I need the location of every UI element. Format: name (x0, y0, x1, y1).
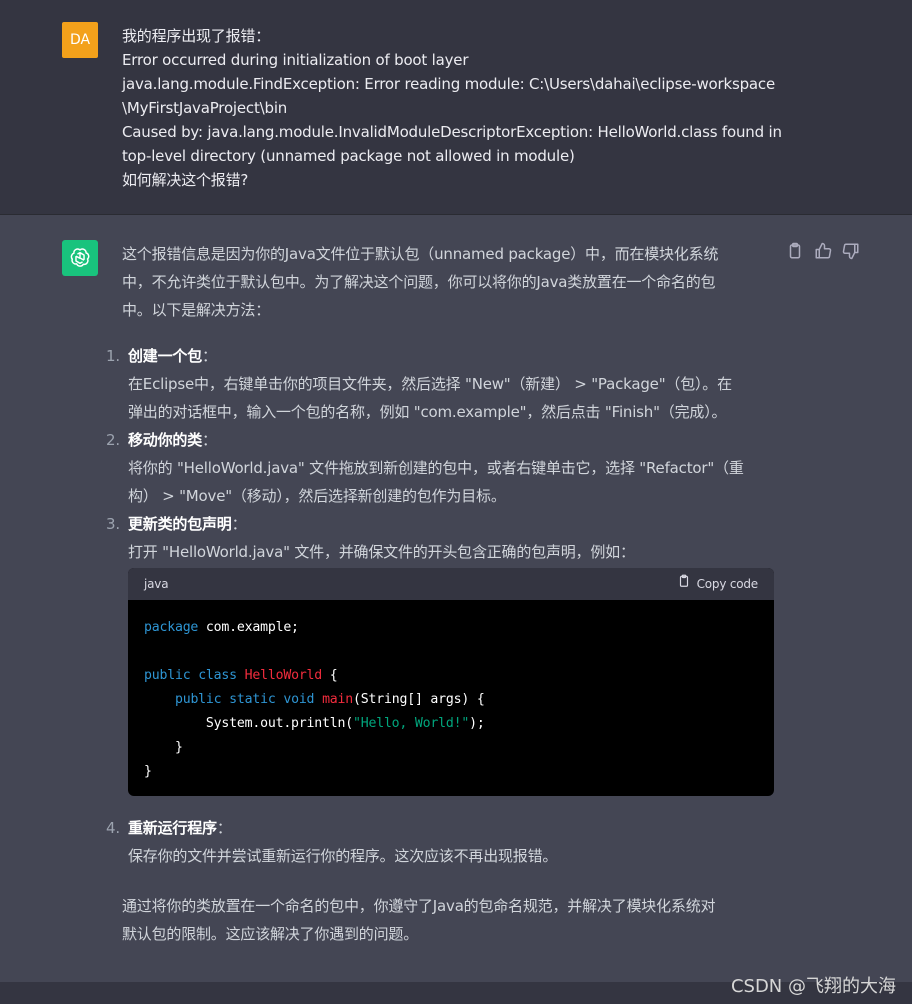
code-token: } (174, 740, 183, 755)
watermark: CSDN @飞翔的大海 (730, 976, 896, 997)
step-title: 重新运行程序 (128, 819, 217, 837)
code-token: com.example; (198, 620, 299, 635)
step-colon: ： (202, 347, 217, 365)
steps-list: 1. 创建一个包： 在Eclipse中，右键单击你的项目文件夹，然后选择 "Ne… (106, 342, 774, 870)
assistant-content: 这个报错信息是因为你的Java文件位于默认包（unnamed package）中… (106, 240, 774, 948)
code-token: static (229, 692, 276, 707)
copy-code-button[interactable]: Copy code (677, 570, 758, 598)
clipboard-icon (677, 570, 691, 598)
step-number: 4. (106, 819, 120, 837)
step-line: 在Eclipse中，右键单击你的项目文件夹，然后选择 "New"（新建） > "… (128, 375, 732, 393)
step-title: 创建一个包 (128, 347, 203, 365)
user-line: 如何解决这个报错? (122, 171, 249, 189)
code-token: void (283, 692, 315, 707)
code-content[interactable]: package com.example; public class HelloW… (128, 600, 774, 796)
assistant-message: 这个报错信息是因为你的Java文件位于默认包（unnamed package）中… (0, 215, 912, 982)
user-line: Error occurred during initialization of … (122, 51, 469, 69)
user-line: java.lang.module.FindException: Error re… (122, 75, 775, 93)
step-number: 2. (106, 431, 120, 449)
code-token: class (198, 668, 237, 683)
step-line: 构） > "Move"（移动），然后选择新创建的包作为目标。 (128, 487, 506, 505)
list-item: 1. 创建一个包： 在Eclipse中，右键单击你的项目文件夹，然后选择 "Ne… (106, 342, 772, 426)
step-colon: ： (216, 819, 232, 837)
list-item: 3. 更新类的包声明： 打开 "HelloWorld.java" 文件，并确保文… (106, 510, 774, 796)
code-token: main (322, 692, 354, 707)
intro-paragraph: 这个报错信息是因为你的Java文件位于默认包（unnamed package）中… (122, 240, 772, 324)
conclusion-paragraph: 通过将你的类放置在一个命名的包中，你遵守了Java的包命名规范，并解决了模块化系… (122, 892, 772, 948)
code-header: java Copy code (128, 568, 774, 600)
step-number: 1. (106, 347, 120, 365)
thumbs-up-icon[interactable] (814, 242, 832, 260)
code-token: public (144, 668, 191, 683)
user-message-text: 我的程序出现了报错： Error occurred during initial… (122, 24, 782, 192)
step-title: 更新类的包声明 (128, 515, 232, 533)
code-token: package (144, 620, 199, 635)
user-message: DA 我的程序出现了报错： Error occurred during init… (0, 0, 912, 215)
step-body: 打开 "HelloWorld.java" 文件，并确保文件的开头包含正确的包声明… (128, 538, 772, 566)
step-line: 将你的 "HelloWorld.java" 文件拖放到新创建的包中，或者右键单击… (128, 459, 744, 477)
clipboard-icon[interactable] (786, 242, 804, 260)
user-line: Caused by: java.lang.module.InvalidModul… (122, 123, 782, 141)
list-item: 4. 重新运行程序： 保存你的文件并尝试重新运行你的程序。这次应该不再出现报错。 (106, 814, 772, 870)
code-token: public (174, 692, 222, 707)
code-token: } (144, 764, 152, 779)
step-colon: ： (202, 431, 217, 449)
code-token: ); (469, 716, 485, 731)
openai-logo-icon (62, 240, 98, 276)
code-token: { (322, 668, 338, 683)
step-body: 在Eclipse中，右键单击你的项目文件夹，然后选择 "New"（新建） > "… (128, 370, 772, 426)
intro-line: 这个报错信息是因为你的Java文件位于默认包（unnamed package）中… (122, 245, 719, 263)
step-title: 移动你的类 (128, 431, 203, 449)
code-token: HelloWorld (244, 668, 323, 683)
conclusion-line: 默认包的限制。这应该解决了你遇到的问题。 (122, 925, 419, 943)
step-colon: ： (231, 515, 247, 533)
user-line: \MyFirstJavaProject\bin (122, 99, 288, 117)
step-body: 将你的 "HelloWorld.java" 文件拖放到新创建的包中，或者右键单击… (128, 454, 772, 510)
code-token: "Hello, World!" (352, 716, 470, 731)
intro-line: 中。以下是解决方法： (122, 301, 271, 319)
code-language: java (144, 577, 169, 591)
message-actions (786, 242, 860, 260)
user-avatar: DA (62, 22, 98, 58)
step-body: 保存你的文件并尝试重新运行你的程序。这次应该不再出现报错。 (128, 842, 772, 870)
intro-line: 中，不允许类位于默认包中。为了解决这个问题，你可以将你的Java类放置在一个命名… (122, 273, 716, 291)
code-block: java Copy code package com.example; publ… (128, 568, 774, 796)
thumbs-down-icon[interactable] (842, 242, 860, 260)
step-number: 3. (106, 515, 120, 533)
code-token: (String[] args) { (353, 692, 485, 707)
copy-code-label: Copy code (696, 577, 759, 591)
list-item: 2. 移动你的类： 将你的 "HelloWorld.java" 文件拖放到新创建… (106, 426, 772, 510)
step-line: 打开 "HelloWorld.java" 文件，并确保文件的开头包含正确的包声明… (128, 543, 635, 561)
user-line: top-level directory (unnamed package not… (122, 147, 575, 165)
conclusion-line: 通过将你的类放置在一个命名的包中，你遵守了Java的包命名规范，并解决了模块化系… (122, 897, 716, 915)
step-line: 弹出的对话框中，输入一个包的名称，例如 "com.example"，然后点击 "… (128, 403, 727, 421)
code-token: System.out.println( (205, 716, 353, 731)
user-line: 我的程序出现了报错： (122, 27, 271, 45)
step-line: 保存你的文件并尝试重新运行你的程序。这次应该不再出现报错。 (128, 847, 558, 865)
